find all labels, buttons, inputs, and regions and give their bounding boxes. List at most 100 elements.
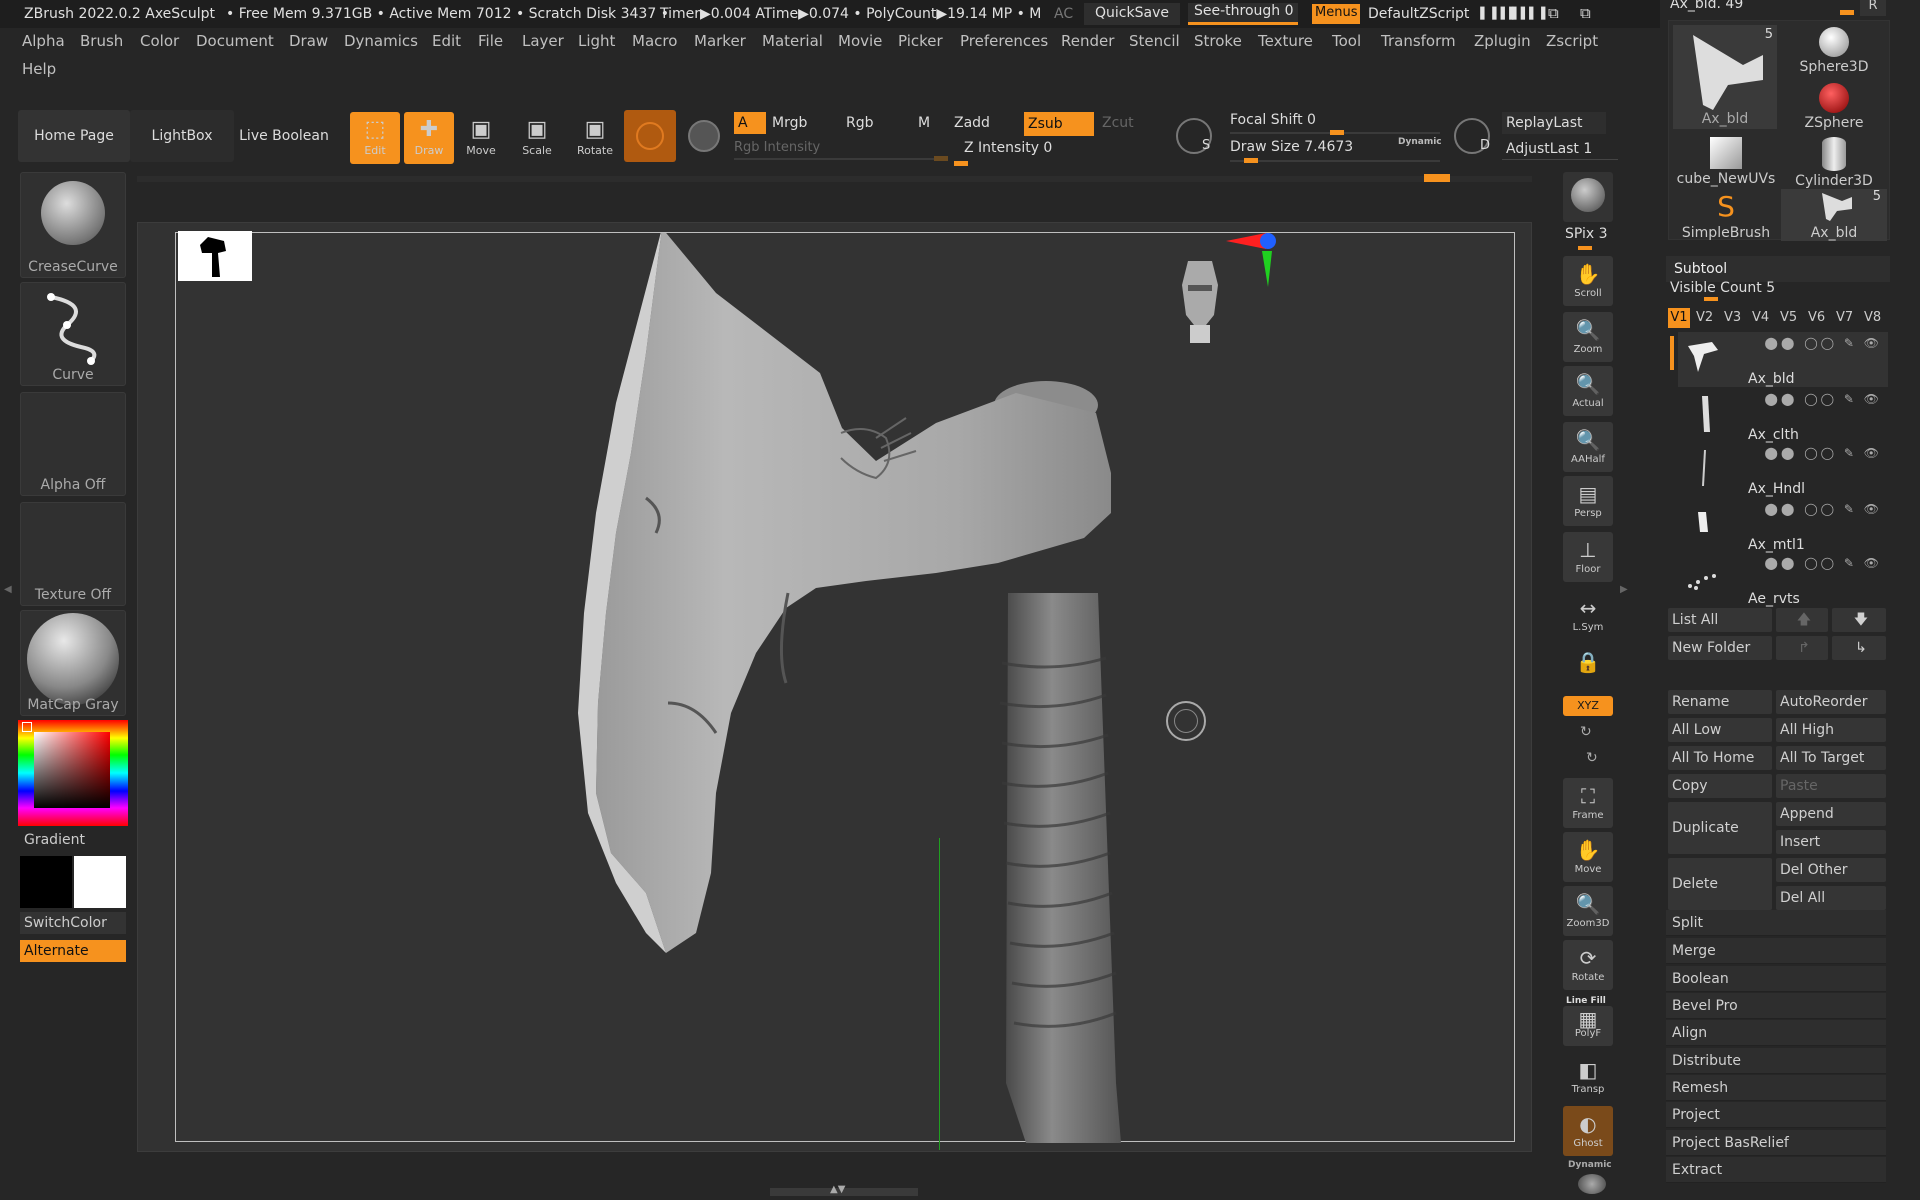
menu-light[interactable]: Light [578,32,615,50]
secondary-color-swatch[interactable] [20,856,72,908]
quicksave-button[interactable]: QuickSave [1084,3,1180,25]
move-button[interactable]: ▣ Move [456,112,506,164]
replaylast-button[interactable]: ReplayLast [1502,112,1606,134]
del-all-button[interactable]: Del All [1776,886,1886,910]
tool-sphere3d[interactable]: Sphere3D [1781,25,1887,77]
zscript-label[interactable]: DefaultZScript [1368,6,1469,22]
zoom-button[interactable]: 🔍 Zoom [1563,312,1613,362]
rename-button[interactable]: Rename [1668,690,1772,714]
ghost-button[interactable]: ◐ Ghost [1563,1106,1613,1156]
brush-icon-button[interactable] [624,110,676,162]
current-tool-slider[interactable]: Ax_bld. 49 [1670,0,1743,12]
spix-slider[interactable]: SPix 3 [1565,226,1608,242]
menu-brush[interactable]: Brush [80,32,123,50]
scroll-button[interactable]: ✋ Scroll [1563,256,1613,306]
menu-tool[interactable]: Tool [1332,32,1361,50]
subtool-controls-icon[interactable]: ⬤⬤ ◯◯ ✎ 👁 [1765,392,1882,406]
layout-icon-2[interactable]: ▐▐▐ ▐ [1508,7,1545,20]
new-folder-button[interactable]: New Folder [1668,636,1772,660]
subtool-item[interactable]: ⬤⬤ ◯◯ ✎ 👁 Ax_clth [1678,388,1888,443]
version-tab-v1[interactable]: V1 [1668,308,1690,328]
copy-button[interactable]: Copy [1668,774,1772,798]
menu-draw[interactable]: Draw [289,32,328,50]
subtool-item[interactable]: ⬤⬤ ◯◯ ✎ 👁 Ax_bld [1678,332,1888,387]
gradient-label[interactable]: Gradient [24,832,85,848]
rotate-z-icon[interactable]: ↻ [1586,750,1598,766]
primary-color-swatch[interactable] [74,856,126,908]
subtool-item[interactable]: ⬤⬤ ◯◯ ✎ 👁 Ax_Hndl [1678,442,1888,497]
visible-count-slider[interactable]: Visible Count 5 [1670,280,1886,300]
insert-button[interactable]: Insert [1776,830,1886,854]
bottom-tray-arrows-icon[interactable]: ▲▼ [830,1184,845,1195]
menu-alpha[interactable]: Alpha [22,32,65,50]
version-tab-v2[interactable]: V2 [1696,308,1713,328]
delete-button[interactable]: Delete [1668,858,1772,910]
spix-knob[interactable] [1578,246,1592,250]
focal-shift-knob[interactable] [1330,130,1344,135]
switchcolor-button[interactable]: SwitchColor [20,912,126,934]
menu-material[interactable]: Material [762,32,823,50]
crease-curve-brush[interactable]: CreaseCurve [20,172,126,278]
menu-layer[interactable]: Layer [522,32,564,50]
color-marker[interactable] [22,722,32,732]
merge-section[interactable]: Merge [1666,938,1886,964]
subtool-controls-icon[interactable]: ⬤⬤ ◯◯ ✎ 👁 [1765,502,1882,516]
all-to-home-button[interactable]: All To Home [1668,746,1772,770]
zsub-toggle[interactable]: Zsub [1024,112,1094,136]
xyz-button[interactable]: XYZ [1563,696,1613,716]
frame-button[interactable]: ⛶ Frame [1563,778,1613,828]
dynamic-solo-icon[interactable] [1578,1174,1606,1194]
edit-button[interactable]: ⬚ Edit [350,112,400,164]
draw-button[interactable]: ✚ Draw [404,112,454,164]
lock-button[interactable]: 🔒 [1563,644,1613,694]
color-picker[interactable] [18,720,128,826]
curve-stroke[interactable]: Curve [20,282,126,386]
document-thumbnail[interactable] [178,231,252,281]
persp-button[interactable]: ▤ Persp [1563,476,1613,526]
matcap-selector[interactable]: MatCap Gray [20,610,126,716]
draw-size-knob[interactable] [1244,158,1258,163]
menu-picker[interactable]: Picker [898,32,943,50]
z-intensity-slider[interactable]: Z Intensity 0 [964,140,1154,160]
tool-ax-bld-2[interactable]: 5 Ax_bld [1781,189,1887,241]
move-view-button[interactable]: ✋ Move [1563,832,1613,882]
menu-zplugin[interactable]: Zplugin [1474,32,1531,50]
a-toggle[interactable]: A [734,112,766,134]
align-section[interactable]: Align [1666,1020,1886,1046]
lightbox-button[interactable]: LightBox [130,110,234,162]
zcut-toggle[interactable]: Zcut [1102,112,1142,134]
duplicate-button[interactable]: Duplicate [1668,802,1772,854]
menu-macro[interactable]: Macro [632,32,677,50]
rgb-intensity-slider[interactable]: Rgb Intensity [734,140,944,158]
menu-zscript[interactable]: Zscript [1546,32,1598,50]
all-to-target-button[interactable]: All To Target [1776,746,1886,770]
actual-button[interactable]: 🔍 Actual [1563,366,1613,416]
alternate-button[interactable]: Alternate [20,940,126,962]
paste-button[interactable]: Paste [1776,774,1886,798]
tool-zsphere[interactable]: ZSphere [1781,81,1887,133]
version-tab-v3[interactable]: V3 [1724,308,1741,328]
polyf-button[interactable]: ▦ PolyF [1563,1006,1613,1046]
lsym-button[interactable]: ↔ L.Sym [1563,590,1613,640]
rgb-toggle[interactable]: Rgb [846,112,906,134]
menu-edit[interactable]: Edit [432,32,461,50]
window-restore-icon[interactable]: ⧉ [1580,4,1591,22]
live-boolean-button[interactable]: Live Boolean [236,110,332,162]
bpr-button[interactable] [1563,172,1613,222]
list-all-button[interactable]: List All [1668,608,1772,632]
subtool-controls-icon[interactable]: ⬤⬤ ◯◯ ✎ 👁 [1765,446,1882,460]
subtool-controls-icon[interactable]: ⬤⬤ ◯◯ ✎ 👁 [1765,556,1882,570]
menu-preferences[interactable]: Preferences [960,32,1048,50]
current-tool-knob[interactable] [1840,10,1854,15]
append-button[interactable]: Append [1776,802,1886,826]
adjustlast-slider[interactable]: AdjustLast 1 [1502,138,1618,160]
aahalf-button[interactable]: 🔍 AAHalf [1563,422,1613,472]
project-basrelief-section[interactable]: Project BasRelief [1666,1130,1886,1156]
folder-move-icon[interactable]: ↱ [1776,636,1828,660]
tool-ax-bld[interactable]: 5 Ax_bld [1673,25,1777,129]
m-toggle[interactable]: M [918,112,938,134]
zoom3d-button[interactable]: 🔍 Zoom3D [1563,886,1613,936]
menu-stroke[interactable]: Stroke [1194,32,1242,50]
menu-document[interactable]: Document [196,32,274,50]
dynamic-label[interactable]: Dynamic [1398,137,1442,147]
